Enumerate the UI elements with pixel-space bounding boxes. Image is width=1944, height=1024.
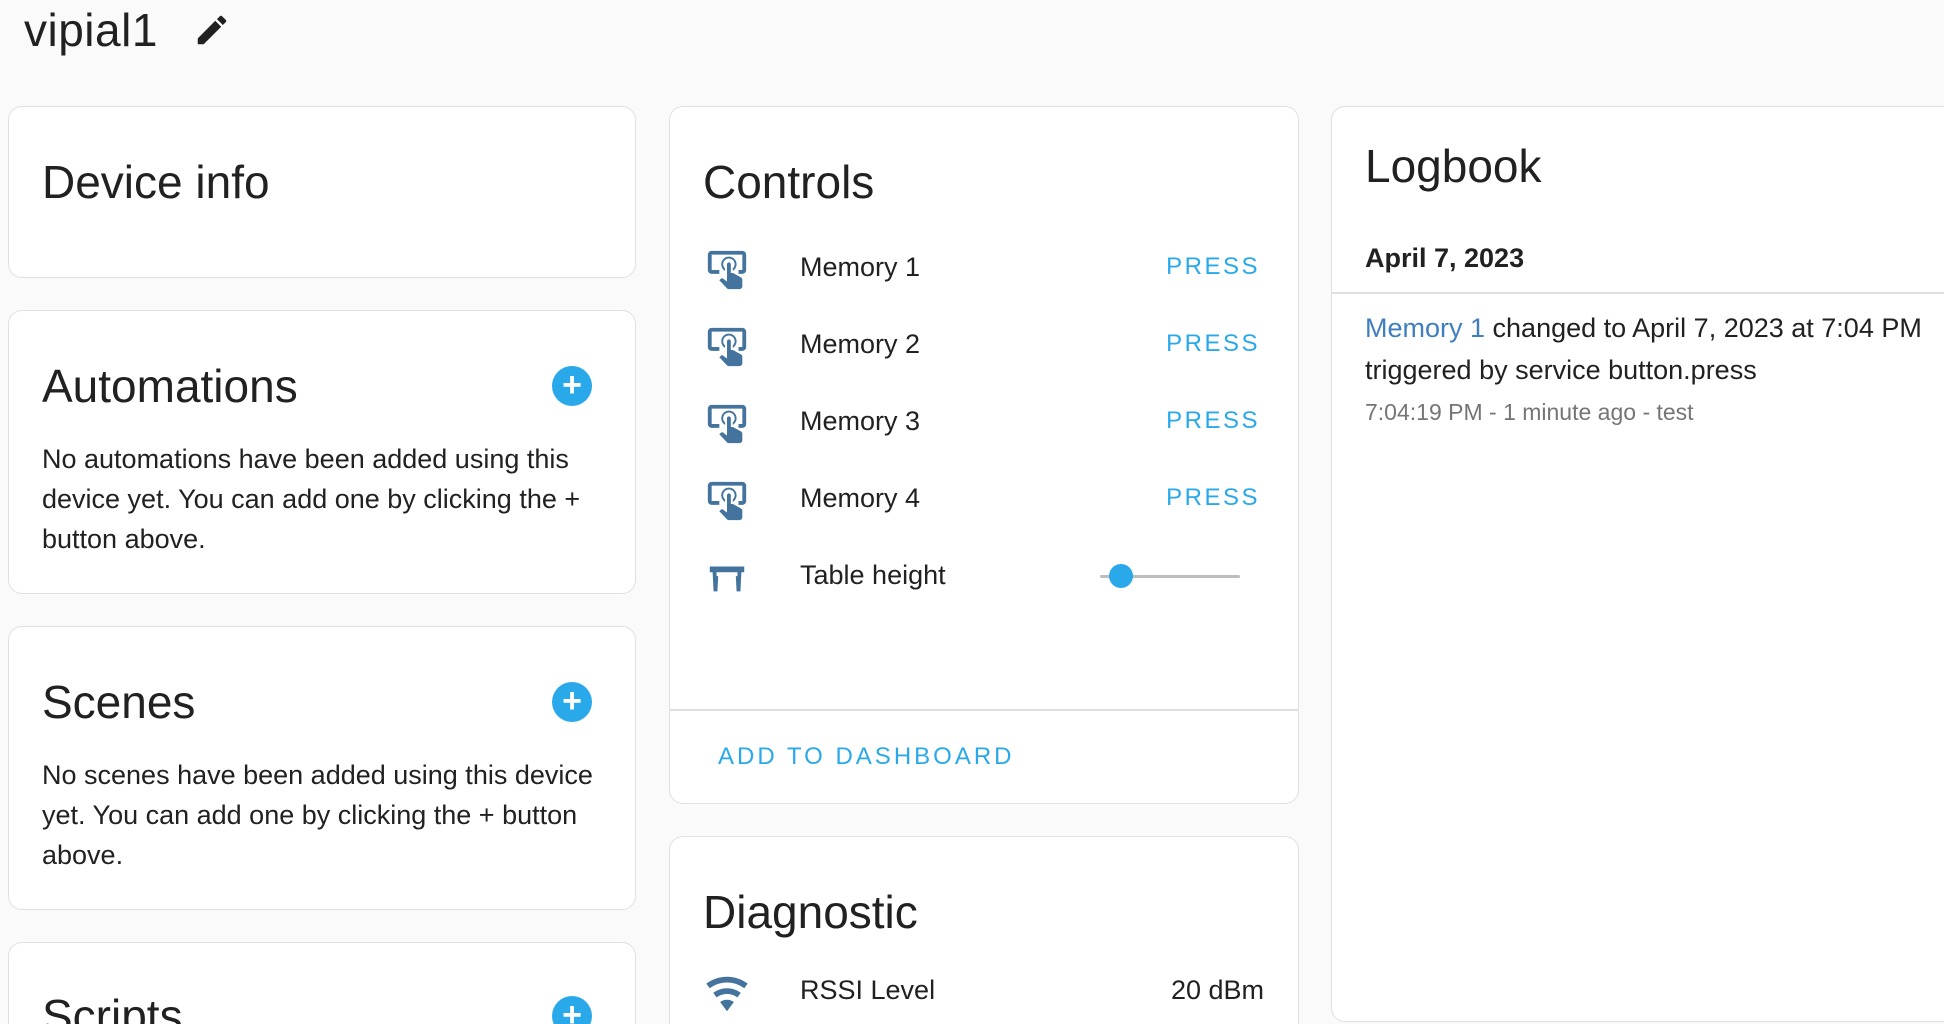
logbook-card: Logbook April 7, 2023 Memory 1 changed t… <box>1331 106 1944 1022</box>
add-automation-button[interactable]: + <box>552 366 592 406</box>
press-button-memory-2[interactable]: PRESS <box>1166 330 1260 358</box>
gesture-tap-button-icon <box>707 481 747 521</box>
press-button-memory-3[interactable]: PRESS <box>1166 407 1260 435</box>
control-label: Memory 1 <box>800 252 921 282</box>
logbook-title: Logbook <box>1365 140 1542 192</box>
control-row-table-height: Table height <box>670 547 1298 607</box>
table-height-slider[interactable] <box>1100 564 1240 588</box>
plus-icon: + <box>562 682 582 720</box>
logbook-entry-meta: 7:04:19 PM - 1 minute ago - test <box>1365 399 1694 425</box>
control-label: Table height <box>800 560 946 590</box>
control-row-memory-1: Memory 1 PRESS <box>670 239 1298 299</box>
scenes-card: Scenes + No scenes have been added using… <box>8 626 636 910</box>
scripts-title: Scripts <box>42 990 183 1024</box>
control-row-memory-4: Memory 4 PRESS <box>670 470 1298 530</box>
diagnostic-title: Diagnostic <box>703 886 918 938</box>
diagnostic-card: Diagnostic RSSI Level 20 dBm <box>669 836 1299 1024</box>
add-script-button[interactable]: + <box>552 996 592 1024</box>
pencil-icon[interactable] <box>190 8 234 52</box>
controls-divider <box>670 709 1298 711</box>
controls-card: Controls Memory 1 PRESS Memory 2 PRESS M… <box>669 106 1299 804</box>
control-label: Memory 4 <box>800 483 921 513</box>
diagnostic-value: 20 dBm <box>1170 975 1264 1005</box>
logbook-divider <box>1332 292 1944 294</box>
press-button-memory-1[interactable]: PRESS <box>1166 253 1260 281</box>
add-to-dashboard-button[interactable]: ADD TO DASHBOARD <box>718 743 1015 771</box>
control-label: Memory 2 <box>800 329 921 359</box>
table-icon <box>709 566 745 592</box>
logbook-entry: Memory 1 changed to April 7, 2023 at 7:0… <box>1365 307 1925 391</box>
press-button-memory-4[interactable]: PRESS <box>1166 484 1260 512</box>
logbook-date: April 7, 2023 <box>1365 243 1525 273</box>
automations-title: Automations <box>42 360 298 412</box>
plus-icon: + <box>562 366 582 404</box>
gesture-tap-button-icon <box>707 250 747 290</box>
control-label: Memory 3 <box>800 406 921 436</box>
plus-icon: + <box>562 996 582 1024</box>
scripts-card: Scripts + <box>8 942 636 1024</box>
controls-title: Controls <box>703 156 875 208</box>
device-info-card: Device info <box>8 106 636 278</box>
control-row-memory-2: Memory 2 PRESS <box>670 316 1298 376</box>
device-title: vipial1 <box>24 4 158 56</box>
scenes-empty-text: No scenes have been added using this dev… <box>42 760 593 870</box>
add-scene-button[interactable]: + <box>552 682 592 722</box>
device-page: vipial1 Device info Automations + No aut… <box>0 0 1944 1024</box>
diagnostic-row-rssi: RSSI Level 20 dBm <box>670 967 1298 1024</box>
device-info-title: Device info <box>42 156 270 208</box>
page-header: vipial1 <box>24 0 234 60</box>
scenes-title: Scenes <box>42 676 196 728</box>
automations-empty-text: No automations have been added using thi… <box>42 444 581 554</box>
logbook-entity-link[interactable]: Memory 1 <box>1365 313 1485 343</box>
gesture-tap-button-icon <box>707 404 747 444</box>
wifi-icon <box>706 976 748 1012</box>
control-row-memory-3: Memory 3 PRESS <box>670 393 1298 453</box>
gesture-tap-button-icon <box>707 327 747 367</box>
automations-card: Automations + No automations have been a… <box>8 310 636 594</box>
slider-thumb[interactable] <box>1109 564 1134 588</box>
diagnostic-label: RSSI Level <box>800 975 936 1005</box>
